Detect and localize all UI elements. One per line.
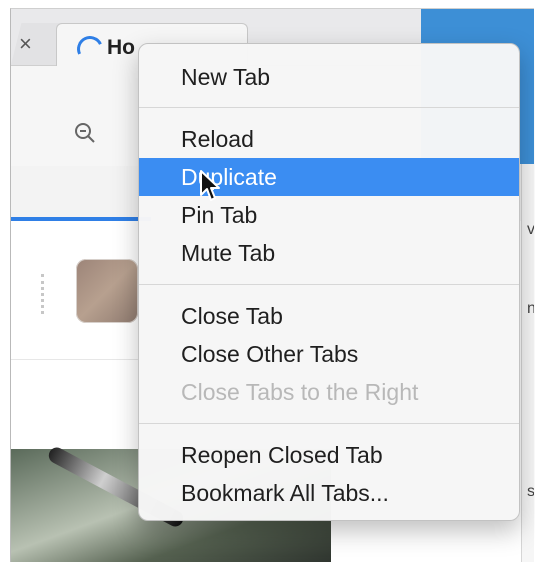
menu-item-bookmark-all-tabs[interactable]: Bookmark All Tabs... xyxy=(139,474,519,512)
right-panel-text: st xyxy=(527,483,534,501)
tab-context-menu: New Tab Reload Duplicate Pin Tab Mute Ta… xyxy=(138,43,520,521)
menu-item-new-tab[interactable]: New Tab xyxy=(139,58,519,96)
mouse-cursor-icon xyxy=(200,170,220,201)
right-panel-text: ve xyxy=(527,221,534,239)
menu-separator xyxy=(139,423,519,424)
menu-item-pin-tab[interactable]: Pin Tab xyxy=(139,196,519,234)
menu-separator xyxy=(139,284,519,285)
menu-item-duplicate[interactable]: Duplicate xyxy=(139,158,519,196)
drag-handle[interactable] xyxy=(41,274,47,314)
thumbnail-image[interactable] xyxy=(76,259,138,323)
menu-separator xyxy=(139,107,519,108)
right-panel-text: nv xyxy=(527,300,534,318)
menu-item-close-tabs-right: Close Tabs to the Right xyxy=(181,379,419,405)
menu-item-close-tab[interactable]: Close Tab xyxy=(139,297,519,335)
menu-item-close-other-tabs[interactable]: Close Other Tabs xyxy=(139,335,519,373)
zoom-out-icon[interactable] xyxy=(73,121,97,145)
spinner-icon xyxy=(73,32,107,66)
menu-item-reload[interactable]: Reload xyxy=(139,120,519,158)
tab-title: Ho xyxy=(107,36,135,59)
tab-close-icon[interactable]: × xyxy=(19,31,32,57)
menu-item-reopen-closed-tab[interactable]: Reopen Closed Tab xyxy=(139,436,519,474)
menu-item-mute-tab[interactable]: Mute Tab xyxy=(139,234,519,272)
divider xyxy=(11,359,151,360)
